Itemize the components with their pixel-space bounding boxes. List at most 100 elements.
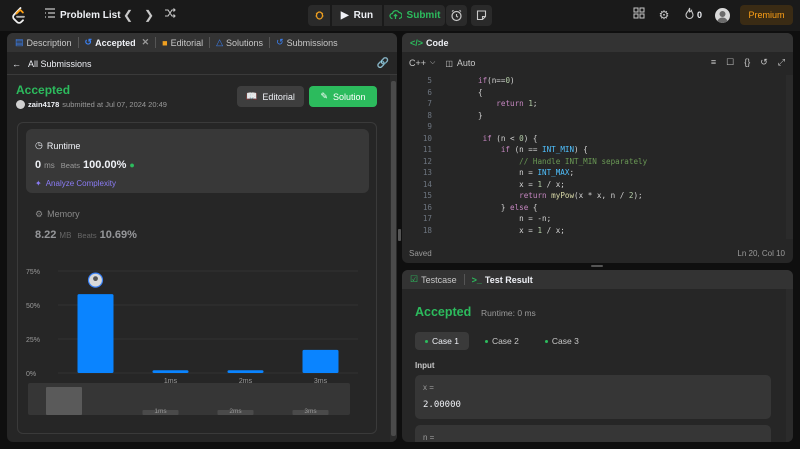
fullscreen-icon[interactable]: ⤢	[778, 57, 785, 68]
chevron-left-icon[interactable]: ❮	[120, 7, 136, 23]
case-3-label: Case 3	[551, 336, 579, 346]
chart-bar[interactable]	[77, 294, 114, 373]
code-line[interactable]: 14 x = 1 / x;	[402, 179, 786, 191]
leetcode-logo[interactable]	[11, 7, 27, 24]
problem-list-icon[interactable]	[42, 7, 58, 23]
link-icon[interactable]: 🔗	[377, 58, 389, 69]
result-scrollbar[interactable]	[786, 289, 793, 442]
premium-button[interactable]: Premium	[740, 5, 793, 25]
case-3-tab[interactable]: Case 3	[535, 332, 589, 350]
fire-icon[interactable]	[681, 7, 697, 23]
auto-mode-toggle[interactable]: ◫ Auto	[445, 58, 475, 68]
tab-editorial[interactable]: ■ Editorial	[162, 38, 203, 48]
memory-unit: MB	[59, 231, 72, 240]
code-scrollbar[interactable]	[786, 75, 793, 239]
runtime-card[interactable]: ◷ Runtime 0 ms Beats 100.00% ● ✦ Analyze…	[26, 129, 369, 193]
bookmark-icon[interactable]: ☐	[726, 57, 734, 68]
y-tick-label: 25%	[26, 337, 40, 344]
editorial-button-label: Editorial	[262, 91, 295, 102]
case-1-tab[interactable]: Case 1	[415, 332, 469, 350]
input-n-box[interactable]: n =	[415, 425, 771, 442]
runtime-label: Runtime	[46, 140, 81, 151]
horizontal-resize-handle[interactable]	[591, 265, 603, 267]
tab-description[interactable]: ▤ Description	[15, 37, 72, 48]
case-2-label: Case 2	[491, 336, 519, 346]
solution-button-label: Solution	[333, 91, 366, 102]
line-number: 6	[427, 87, 432, 97]
leaf-icon: ●	[129, 160, 135, 170]
scrollbar-thumb[interactable]	[391, 81, 396, 436]
chart-bar[interactable]	[152, 370, 189, 373]
user-avatar[interactable]	[715, 8, 730, 23]
code-line[interactable]: 12 // Handle INT_MIN separately	[402, 156, 786, 168]
chevron-right-icon[interactable]: ❯	[141, 7, 157, 23]
code-line[interactable]: 7 return 1;	[402, 98, 786, 110]
submitted-time: submitted at Jul 07, 2024 20:49	[62, 100, 167, 109]
input-x-name: x =	[423, 383, 434, 392]
debug-button[interactable]	[308, 5, 330, 26]
tab-submissions[interactable]: ↺ Submissions	[276, 37, 338, 48]
history-icon: ↺	[84, 37, 93, 47]
tab-accepted[interactable]: ↺ Accepted ✕	[85, 37, 150, 48]
description-icon: ▤	[15, 37, 24, 47]
braces-icon[interactable]: {}	[744, 57, 750, 68]
result-status: Accepted	[415, 305, 472, 319]
line-text: // Handle INT_MIN separately	[519, 156, 648, 166]
case-2-tab[interactable]: Case 2	[475, 332, 529, 350]
code-line[interactable]: 8}	[402, 110, 786, 122]
code-line[interactable]: 16 } else {	[402, 202, 786, 214]
notes-button[interactable]	[471, 5, 492, 26]
cursor-position: Ln 20, Col 10	[737, 249, 785, 258]
code-line[interactable]: 15 return myPow(x * x, n / 2);	[402, 190, 786, 202]
code-line[interactable]: 11 if (n == INT_MIN) {	[402, 144, 786, 156]
tab-accepted-label: Accepted	[95, 37, 136, 48]
code-editor[interactable]: 5 if(n==0) 6{7 return 1; 8} 9 10 if (n < 0) {…	[402, 75, 786, 239]
input-x-box[interactable]: x = 2.00000	[415, 375, 771, 419]
back-label: All Submissions	[28, 59, 92, 69]
timer-button[interactable]	[446, 5, 467, 26]
runtime-value: 0	[35, 159, 42, 171]
run-button[interactable]: ▶ Run	[332, 5, 382, 26]
code-line[interactable]: 9	[402, 121, 786, 133]
vertical-resize-handle[interactable]	[398, 229, 401, 241]
code-line[interactable]: 18 x = 1 / x;	[402, 225, 786, 237]
shuffle-icon[interactable]	[162, 7, 178, 23]
line-text: if (n < 0) {	[482, 133, 538, 143]
note-icon	[476, 10, 487, 21]
problem-list-link[interactable]: Problem List	[60, 10, 121, 21]
code-line[interactable]: 17 n = -n;	[402, 213, 786, 225]
layout-grid-icon[interactable]	[631, 7, 647, 23]
close-icon[interactable]: ✕	[142, 37, 150, 48]
result-tab-bar: ☑ Testcase >_ Test Result	[402, 270, 793, 289]
code-line[interactable]: 6{	[402, 87, 786, 99]
username[interactable]: zain4178	[28, 100, 59, 109]
line-number: 17	[422, 214, 432, 224]
format-icon[interactable]: ≡	[711, 57, 716, 68]
tab-test-result[interactable]: >_ Test Result	[472, 275, 533, 285]
beats-label: Beats	[77, 231, 97, 240]
clock-icon: ◷	[35, 140, 43, 150]
reset-icon[interactable]: ↺	[760, 57, 768, 68]
overview-window	[46, 387, 82, 415]
code-line[interactable]: 10 if (n < 0) {	[402, 133, 786, 145]
code-line[interactable]: 5 if(n==0)	[402, 75, 786, 87]
memory-heading[interactable]: ⚙ Memory	[35, 209, 80, 220]
language-select[interactable]: C++ ⌵	[409, 58, 435, 68]
gear-icon[interactable]: ⚙	[656, 7, 672, 23]
case-tabs: Case 1 Case 2 Case 3	[415, 332, 589, 350]
tab-code[interactable]: </> Code	[410, 38, 449, 48]
editorial-button[interactable]: 📖 Editorial	[237, 86, 304, 107]
analyze-complexity-link[interactable]: ✦ Analyze Complexity	[35, 179, 116, 188]
input-heading: Input	[415, 361, 435, 370]
chart-bar[interactable]	[227, 370, 264, 373]
solution-button[interactable]: ✎ Solution	[309, 86, 377, 107]
back-to-submissions[interactable]: ← All Submissions	[12, 59, 92, 69]
chart-bar[interactable]	[302, 349, 339, 373]
tab-solutions[interactable]: △ Solutions	[216, 37, 263, 48]
history-icon: ↺	[276, 37, 284, 47]
runtime-distribution-chart[interactable]: 0%25%50%75%1ms 2ms 3ms1ms 2ms 3ms	[18, 263, 376, 433]
submit-button[interactable]: Submit	[384, 5, 445, 26]
code-line[interactable]: 13 n = INT_MAX;	[402, 167, 786, 179]
tab-testcase[interactable]: ☑ Testcase	[410, 274, 457, 285]
test-result-panel: ☑ Testcase >_ Test Result Accepted Runti…	[402, 270, 793, 442]
